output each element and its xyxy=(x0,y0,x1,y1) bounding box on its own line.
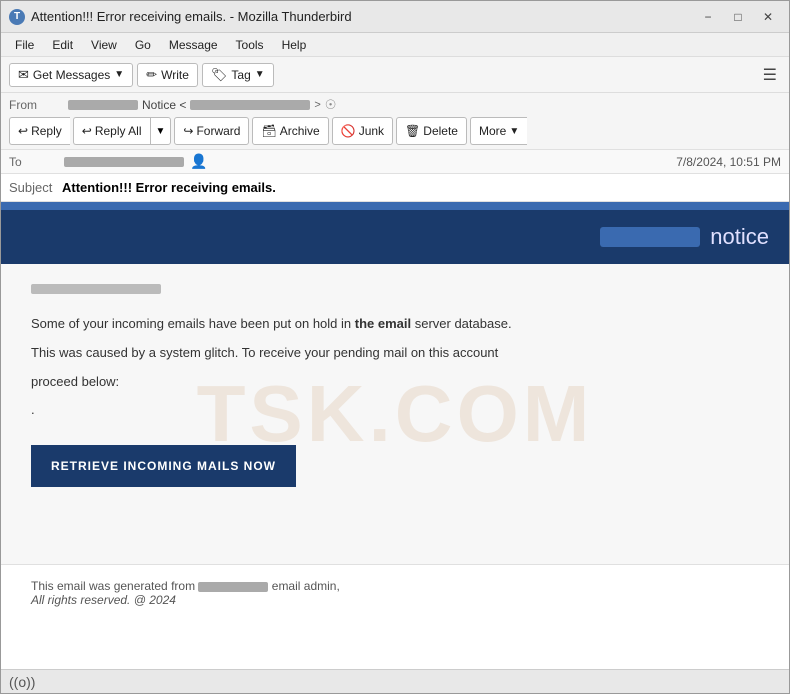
archive-label: Archive xyxy=(280,124,320,138)
write-label: Write xyxy=(161,68,189,82)
reply-all-label: Reply All xyxy=(95,124,142,138)
more-button-group: More ▼ xyxy=(470,117,527,145)
email-header-banner: notice xyxy=(1,210,789,264)
from-action-row: From Notice < > ☉ ↩ Reply ↩ Reply All ▼ xyxy=(1,93,789,150)
minimize-button[interactable]: − xyxy=(695,7,721,27)
menu-help[interactable]: Help xyxy=(274,36,315,54)
to-row: To 👤 7/8/2024, 10:51 PM xyxy=(1,150,789,174)
window-title: Attention!!! Error receiving emails. - M… xyxy=(31,9,352,24)
contact-card-icon: 👤 xyxy=(190,153,207,170)
retrieve-button[interactable]: RETRIEVE INCOMING MAILS NOW xyxy=(31,445,296,487)
email-body: notice TSK.COM Some of your incoming ema… xyxy=(1,202,789,669)
reply-all-dropdown[interactable]: ▼ xyxy=(150,117,172,145)
delete-icon: 🗑 xyxy=(405,124,420,138)
subject-row: Subject Attention!!! Error receiving ema… xyxy=(1,174,789,202)
tag-dropdown-icon: ▼ xyxy=(255,69,265,80)
title-bar: T Attention!!! Error receiving emails. -… xyxy=(1,1,789,33)
status-bar: ((o)) xyxy=(1,669,789,693)
app-window: T Attention!!! Error receiving emails. -… xyxy=(0,0,790,694)
email-footer: This email was generated from email admi… xyxy=(1,564,789,621)
forward-button[interactable]: ↪ Forward xyxy=(174,117,249,145)
reply-label: Reply xyxy=(31,124,62,138)
get-messages-dropdown-icon[interactable]: ▼ xyxy=(114,69,124,80)
from-label: From xyxy=(9,98,64,112)
junk-label: Junk xyxy=(359,124,384,138)
tag-button[interactable]: 🏷 Tag ▼ xyxy=(202,63,274,87)
menu-view[interactable]: View xyxy=(83,36,125,54)
footer-line-1: This email was generated from email admi… xyxy=(31,579,759,593)
get-messages-icon: ✉ xyxy=(18,67,29,83)
delete-label: Delete xyxy=(423,124,458,138)
sender-blur xyxy=(68,100,138,110)
reply-all-button[interactable]: ↩ Reply All xyxy=(73,117,150,145)
top-accent-strip xyxy=(1,202,789,210)
connection-icon: ((o)) xyxy=(9,674,35,690)
security-icon: ☉ xyxy=(325,97,337,113)
email-paragraph-3: proceed below: xyxy=(31,372,759,393)
tag-label: Tag xyxy=(231,68,250,82)
email-paragraph-dot: . xyxy=(31,400,759,421)
window-controls: − □ ✕ xyxy=(695,7,781,27)
app-icon: T xyxy=(9,9,25,25)
junk-button[interactable]: 🚫 Junk xyxy=(332,117,393,145)
subject-label: Subject xyxy=(9,180,52,195)
footer-post-text: email admin, xyxy=(272,579,340,593)
menu-message[interactable]: Message xyxy=(161,36,226,54)
sender-name-blur xyxy=(31,284,161,294)
maximize-button[interactable]: □ xyxy=(725,7,751,27)
write-button[interactable]: ✏ Write xyxy=(137,63,198,87)
footer-pre-text: This email was generated from xyxy=(31,579,195,593)
junk-icon: 🚫 xyxy=(341,124,356,138)
email-paragraph-1: Some of your incoming emails have been p… xyxy=(31,314,759,335)
to-label: To xyxy=(9,155,64,169)
menu-bar: File Edit View Go Message Tools Help xyxy=(1,33,789,57)
more-label: More xyxy=(479,124,506,138)
menu-file[interactable]: File xyxy=(7,36,42,54)
footer-domain-blur xyxy=(198,582,268,592)
footer-line-2: All rights reserved. @ 2024 xyxy=(31,593,759,607)
get-messages-label: Get Messages xyxy=(33,68,110,82)
main-toolbar: ✉ Get Messages ▼ ✏ Write 🏷 Tag ▼ ☰ xyxy=(1,57,789,93)
menu-tools[interactable]: Tools xyxy=(228,36,272,54)
tag-icon: 🏷 xyxy=(211,67,228,83)
archive-button[interactable]: 🗃 Archive xyxy=(252,117,328,145)
email-text-section: Some of your incoming emails have been p… xyxy=(1,264,789,507)
body-text-1-cont: server database. xyxy=(411,316,511,331)
from-section: From Notice < > ☉ xyxy=(9,97,781,113)
menu-go[interactable]: Go xyxy=(127,36,159,54)
reply-icon: ↩ xyxy=(18,124,28,138)
write-icon: ✏ xyxy=(146,67,157,83)
body-text-bold: the email xyxy=(355,316,411,331)
to-email-blur xyxy=(64,157,184,167)
reply-all-icon: ↩ xyxy=(82,124,92,138)
sender-notice: Notice < xyxy=(142,98,186,112)
email-date: 7/8/2024, 10:51 PM xyxy=(676,155,781,169)
forward-icon: ↪ xyxy=(183,124,193,138)
forward-label: Forward xyxy=(196,124,240,138)
email-content: notice TSK.COM Some of your incoming ema… xyxy=(1,202,789,621)
reply-button[interactable]: ↩ Reply xyxy=(9,117,70,145)
banner-notice-text: notice xyxy=(710,224,769,250)
chevron-right: > xyxy=(314,99,320,111)
subject-value: Attention!!! Error receiving emails. xyxy=(62,180,276,195)
action-section: ↩ Reply ↩ Reply All ▼ ↪ Forward 🗃 Archiv… xyxy=(9,117,527,145)
get-messages-button[interactable]: ✉ Get Messages ▼ xyxy=(9,63,133,87)
more-button[interactable]: More ▼ xyxy=(470,117,527,145)
delete-button[interactable]: 🗑 Delete xyxy=(396,117,467,145)
archive-icon: 🗃 xyxy=(261,124,276,138)
email-body-area: TSK.COM Some of your incoming emails hav… xyxy=(1,264,789,564)
hamburger-menu-icon[interactable]: ☰ xyxy=(759,61,781,89)
reply-button-group: ↩ Reply xyxy=(9,117,70,145)
banner-logo-blur xyxy=(600,227,700,247)
close-button[interactable]: ✕ xyxy=(755,7,781,27)
menu-edit[interactable]: Edit xyxy=(44,36,81,54)
sender-email-blur xyxy=(190,100,310,110)
more-dropdown-icon: ▼ xyxy=(509,126,519,137)
body-text-1: Some of your incoming emails have been p… xyxy=(31,316,355,331)
reply-all-button-group: ↩ Reply All ▼ xyxy=(73,117,172,145)
email-paragraph-2: This was caused by a system glitch. To r… xyxy=(31,343,759,364)
